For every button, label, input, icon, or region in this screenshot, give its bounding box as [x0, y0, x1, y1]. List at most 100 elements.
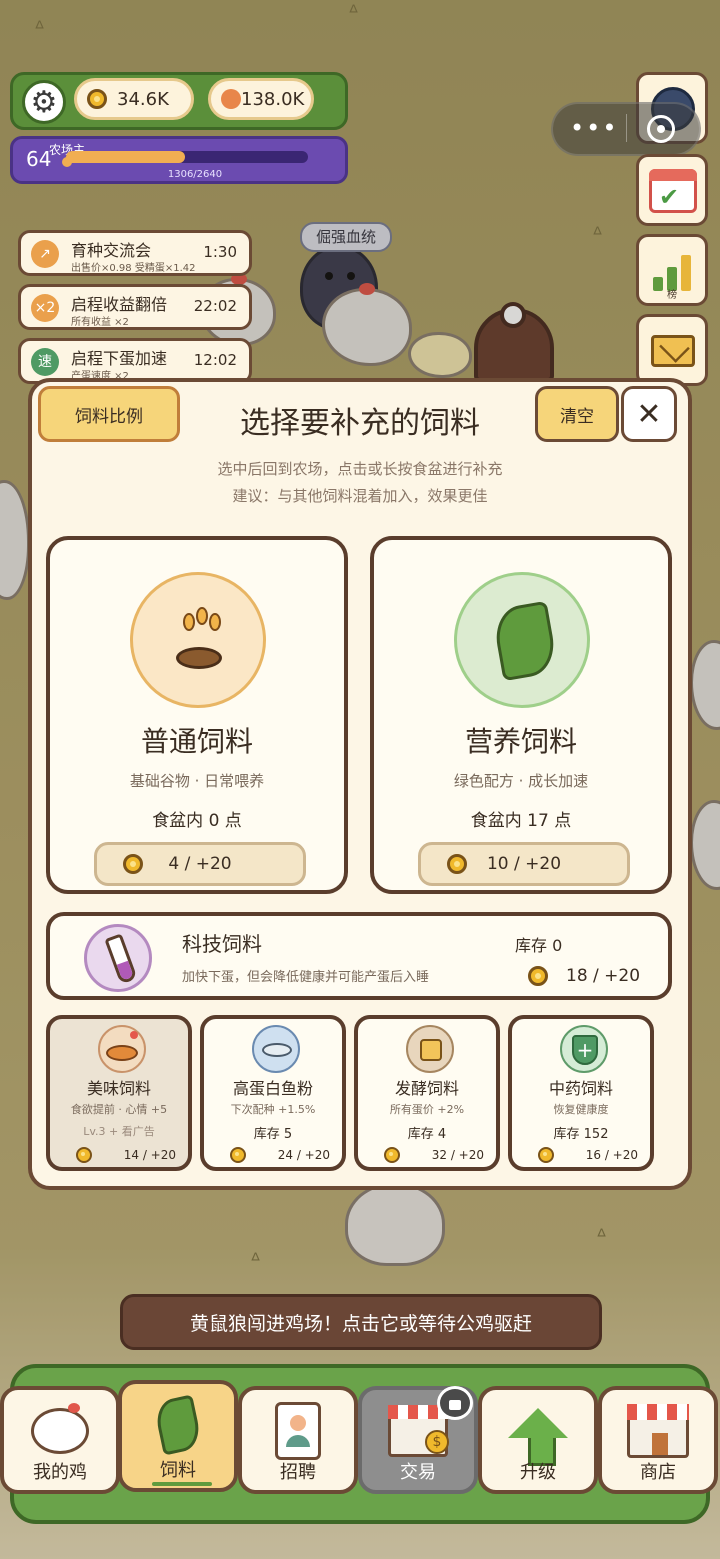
leaf-icon: [122, 1392, 234, 1458]
feed-cost-button[interactable]: 4 / +20: [94, 842, 306, 886]
buff-name: 育种交流会: [71, 241, 152, 260]
dialog-instruction: 选中后回到农场，点击或长按食盆进行补充: [217, 460, 503, 478]
buff-item[interactable]: ×2 启程收益翻倍 所有收益 ×2 22:02: [18, 284, 252, 330]
buff-desc: 出售价×0.98 受精蛋×1.42: [71, 263, 196, 274]
leaderboard-icon: [653, 251, 691, 291]
xp-progress-bar: [66, 151, 308, 163]
nav-tab-my-chickens[interactable]: 我的鸡: [0, 1386, 120, 1494]
grain-bowl-icon: [130, 572, 266, 708]
xp-dot-icon: [62, 157, 72, 167]
buff-name: 启程收益翻倍: [71, 295, 168, 314]
feed-desc: 绿色配方 · 成长加速: [453, 772, 589, 790]
stock-count: 库存 4: [407, 1127, 447, 1142]
level-number: 64: [26, 147, 52, 171]
weasel-alert-toast[interactable]: 黄鼠狼闯进鸡场！点击它或等待公鸡驱赶: [120, 1294, 602, 1350]
feed-card-tech[interactable]: 科技饲料 加快下蛋，但会降低健康并可能产蛋后入睡 库存 0 18 / +20: [46, 912, 672, 1000]
feed-desc: 食欲提前 · 心情 +5: [70, 1103, 168, 1116]
feed-card-normal[interactable]: 普通饲料 基础谷物 · 日常喂养 食盆内 0 点 4 / +20: [46, 536, 348, 894]
coin-icon: [447, 854, 467, 874]
nav-label: 升级: [520, 1462, 556, 1483]
dialog-tip: 建议：与其他饲料混着加入，效果更佳: [232, 487, 488, 505]
close-icon[interactable]: ✕: [621, 386, 677, 442]
xp-progress-fill: [66, 151, 185, 163]
id-badge-icon: [242, 1398, 354, 1464]
feed-card-nutrition[interactable]: 营养饲料 绿色配方 · 成长加速 食盆内 17 点 10 / +20: [370, 536, 672, 894]
gem-value: 138.0K: [241, 88, 305, 110]
coin-value: 34.6K: [117, 88, 169, 110]
feed-desc: 下次配种 +1.5%: [230, 1103, 316, 1116]
feed-name: 科技饲料: [182, 932, 262, 956]
nav-label: 我的鸡: [33, 1462, 87, 1483]
upgrade-arrow-icon: [482, 1398, 594, 1466]
tasty-bowl-icon: [98, 1025, 146, 1073]
feed-card-herbal[interactable]: + 中药饲料 恢复健康度 库存 152 16 / +20: [508, 1015, 654, 1171]
feed-cost-value: 18 / +20: [566, 966, 641, 986]
nav-label: 招聘: [280, 1462, 316, 1483]
feed-card-fishmeal[interactable]: 高蛋白鱼粉 下次配种 +1.5% 库存 5 24 / +20: [200, 1015, 346, 1171]
feed-cost-value: 16 / +20: [585, 1148, 638, 1162]
arrow-up-icon: ↗: [31, 240, 59, 268]
lock-icon: [437, 1386, 473, 1420]
buff-item[interactable]: ↗ 育种交流会 出售价×0.98 受精蛋×1.42 1:30: [18, 230, 252, 276]
feed-cost-value: 14 / +20: [123, 1148, 176, 1162]
leaderboard-label: 榜: [667, 290, 677, 301]
test-tube-icon: [84, 924, 152, 992]
double-icon: ×2: [31, 294, 59, 322]
feed-ratio-button[interactable]: 饲料比例: [38, 386, 180, 442]
gem-counter[interactable]: 138.0K: [208, 78, 314, 120]
unlock-requirement: Lv.3 + 看广告: [83, 1125, 155, 1138]
feed-name: 营养饲料: [464, 725, 577, 758]
fish-icon: [252, 1025, 300, 1073]
feed-cost: 18 / +20: [528, 966, 640, 986]
nav-label: 饲料: [160, 1460, 196, 1481]
coin-counter[interactable]: 34.6K: [74, 78, 194, 120]
feed-name: 美味饲料: [86, 1079, 151, 1098]
nav-label: 商店: [640, 1462, 676, 1483]
feed-name: 中药饲料: [548, 1079, 613, 1098]
settings-gear-icon[interactable]: ⚙: [22, 80, 66, 124]
feed-name: 普通饲料: [140, 725, 253, 758]
capsule-divider: [626, 114, 627, 142]
coin-icon: [230, 1147, 246, 1163]
feed-card-tasty[interactable]: 美味饲料 食欲提前 · 心情 +5 Lv.3 + 看广告 14 / +20: [46, 1015, 192, 1171]
leaf-icon: [454, 572, 590, 708]
feed-desc: 恢复健康度: [553, 1103, 609, 1116]
feed-cost-button[interactable]: 10 / +20: [418, 842, 630, 886]
close-miniapp-icon[interactable]: [647, 115, 675, 143]
buff-timer: 12:02: [193, 351, 237, 369]
leaderboard-button[interactable]: 榜: [636, 234, 708, 306]
bowl-count: 食盆内 17 点: [470, 811, 572, 831]
nav-tab-feed[interactable]: 饲料: [118, 1380, 238, 1492]
feed-card-fermented[interactable]: 发酵饲料 所有蛋价 +2% 库存 4 32 / +20: [354, 1015, 500, 1171]
shield-cross-icon: +: [560, 1025, 608, 1073]
mail-icon: [651, 335, 695, 367]
mail-button[interactable]: [636, 314, 708, 386]
speed-icon: 速: [31, 348, 59, 376]
coin-icon: [538, 1147, 554, 1163]
checkin-button[interactable]: ✔: [636, 154, 708, 226]
feed-desc: 基础谷物 · 日常喂养: [129, 772, 265, 790]
ferment-jar-icon: [406, 1025, 454, 1073]
check-icon: ✔: [659, 183, 680, 211]
more-icon[interactable]: •••: [570, 114, 618, 142]
feed-desc: 所有蛋价 +2%: [389, 1103, 465, 1116]
nav-tab-shop[interactable]: 商店: [598, 1386, 718, 1494]
coin-icon: [87, 89, 107, 109]
feed-cost-value: 24 / +20: [277, 1148, 330, 1162]
buff-desc: 所有收益 ×2: [71, 317, 129, 328]
stock-count: 库存 152: [553, 1127, 609, 1142]
clear-button[interactable]: 清空: [535, 386, 619, 442]
feed-cost-value: 32 / +20: [431, 1148, 484, 1162]
orange-orb-icon: [221, 89, 241, 109]
coin-icon: [76, 1147, 92, 1163]
buff-name: 启程下蛋加速: [71, 349, 168, 368]
shop-icon: [602, 1398, 714, 1464]
chicken-icon: [4, 1398, 116, 1464]
coin-icon: [384, 1147, 400, 1163]
buff-timer: 22:02: [193, 297, 237, 315]
feed-name: 发酵饲料: [394, 1079, 459, 1098]
nav-tab-recruit[interactable]: 招聘: [238, 1386, 358, 1494]
nav-tab-upgrade[interactable]: 升级: [478, 1386, 598, 1494]
xp-text: 1306/2640: [167, 169, 223, 180]
coin-icon: [528, 966, 548, 986]
